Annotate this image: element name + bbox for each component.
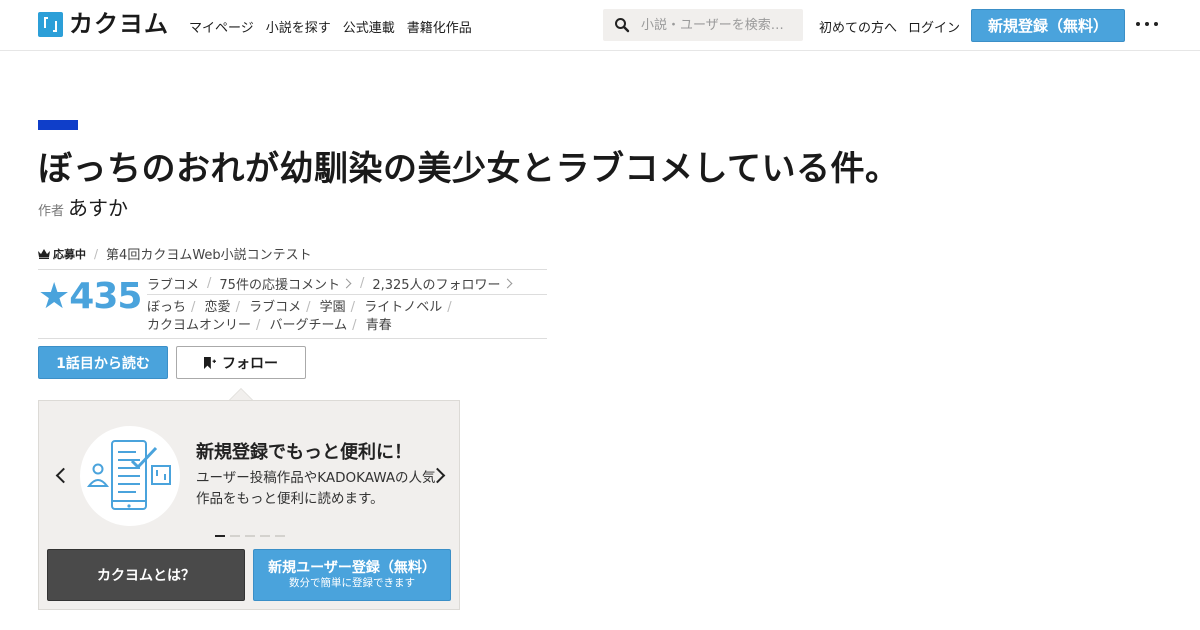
signup-button[interactable]: 新規登録（無料） [971, 9, 1125, 42]
about-kakuyomu-button[interactable]: カクヨムとは？ [47, 549, 245, 601]
bookmark-plus-icon [204, 356, 216, 369]
work-title[interactable]: ぼっちのおれが幼馴染の美少女とラブコメしている件。 [38, 141, 899, 190]
tag-item[interactable]: ラブコメ [249, 300, 301, 315]
nav-official-series[interactable]: 公式連載 [343, 17, 395, 36]
tag-list: ぼっち / 恋愛 / ラブコメ / 学園 / ライトノベル / カクヨムオンリー / バーグ… [147, 300, 452, 333]
logo-icon [38, 12, 63, 37]
nav-mypage[interactable]: マイページ [189, 17, 254, 36]
tag-item[interactable]: 恋愛 [205, 300, 231, 315]
more-menu-icon[interactable] [1136, 22, 1158, 28]
carousel-dot[interactable] [275, 535, 285, 537]
carousel-dot[interactable] [215, 535, 225, 537]
carousel-prev-icon[interactable] [55, 467, 72, 484]
tag-item[interactable]: ぼっち [147, 300, 186, 315]
contest-row: 応募中 / 第4回カクヨムWeb小説コンテスト [38, 244, 312, 263]
main-nav: マイページ 小説を探す 公式連載 書籍化作品 [189, 17, 472, 36]
search-icon[interactable] [614, 17, 630, 33]
author-label: 作者 [38, 204, 65, 219]
carousel-dot[interactable] [230, 535, 240, 537]
read-first-episode-button[interactable]: 1話目から読む [38, 346, 168, 379]
promo-title: 新規登録でもっと便利に！ [196, 442, 412, 463]
title-accent-bar [38, 120, 78, 130]
site-logo[interactable]: カクヨム [38, 12, 169, 37]
first-time-link[interactable]: 初めての方へ [819, 17, 897, 36]
tag-item[interactable]: 青春 [366, 318, 392, 333]
site-header: カクヨム マイページ 小説を探す 公式連載 書籍化作品 初めての方へ ログイン … [0, 0, 1200, 51]
author-row: 作者 あすか [38, 192, 128, 221]
chevron-right-icon [502, 278, 513, 289]
promo-description: ユーザー投稿作品やKADOKAWAの人気作品をもっと便利に読めます。 [196, 470, 436, 507]
chevron-right-icon [341, 278, 352, 289]
contest-status: 応募中 [53, 247, 86, 261]
carousel-dot[interactable] [260, 535, 270, 537]
promo-pointer-inner [230, 389, 252, 400]
crown-icon [38, 248, 50, 259]
tag-item[interactable]: ライトノベル [364, 300, 442, 315]
nav-published-works[interactable]: 書籍化作品 [407, 17, 472, 36]
author-name[interactable]: あすか [68, 192, 128, 221]
register-button-sublabel: 数分で簡単に登録できます [289, 577, 415, 589]
register-button-label: 新規ユーザー登録（無料） [268, 560, 436, 576]
tag-item[interactable]: カクヨムオンリー [147, 318, 251, 333]
followers-link[interactable]: 2,325人のフォロワー [372, 274, 500, 293]
tag-item[interactable]: 学園 [320, 300, 346, 315]
tag-item[interactable]: バーグチーム [270, 318, 348, 333]
follow-button-label: フォロー [222, 355, 278, 372]
register-user-button[interactable]: 新規ユーザー登録（無料） 数分で簡単に登録できます [253, 549, 451, 601]
follow-button[interactable]: フォロー [176, 346, 306, 379]
carousel-dot[interactable] [245, 535, 255, 537]
login-link[interactable]: ログイン [908, 17, 960, 36]
smartphone-illustration-icon [86, 440, 171, 510]
signup-promo-panel: 新規登録でもっと便利に！ ユーザー投稿作品やKADOKAWAの人気作品をもっと便… [38, 400, 460, 610]
separator: / [359, 276, 365, 291]
nav-search-novels[interactable]: 小説を探す [266, 17, 331, 36]
star-count[interactable]: ★435 [38, 276, 142, 317]
genre-link[interactable]: ラブコメ [147, 274, 199, 293]
work-stats: ★435 ラブコメ / 75件の応援コメント / 2,325人のフォロワー ぼっ… [38, 269, 547, 339]
work-meta-row: ラブコメ / 75件の応援コメント / 2,325人のフォロワー [147, 274, 547, 293]
separator: / [94, 246, 99, 261]
contest-link[interactable]: 第4回カクヨムWeb小説コンテスト [106, 244, 312, 263]
separator: / [207, 276, 212, 291]
search-input[interactable] [639, 16, 801, 34]
divider [147, 294, 547, 295]
carousel-indicator [215, 535, 285, 537]
logo-text: カクヨム [69, 10, 169, 38]
comments-link[interactable]: 75件の応援コメント [219, 274, 340, 293]
promo-illustration [80, 426, 180, 526]
search-box [603, 9, 803, 41]
